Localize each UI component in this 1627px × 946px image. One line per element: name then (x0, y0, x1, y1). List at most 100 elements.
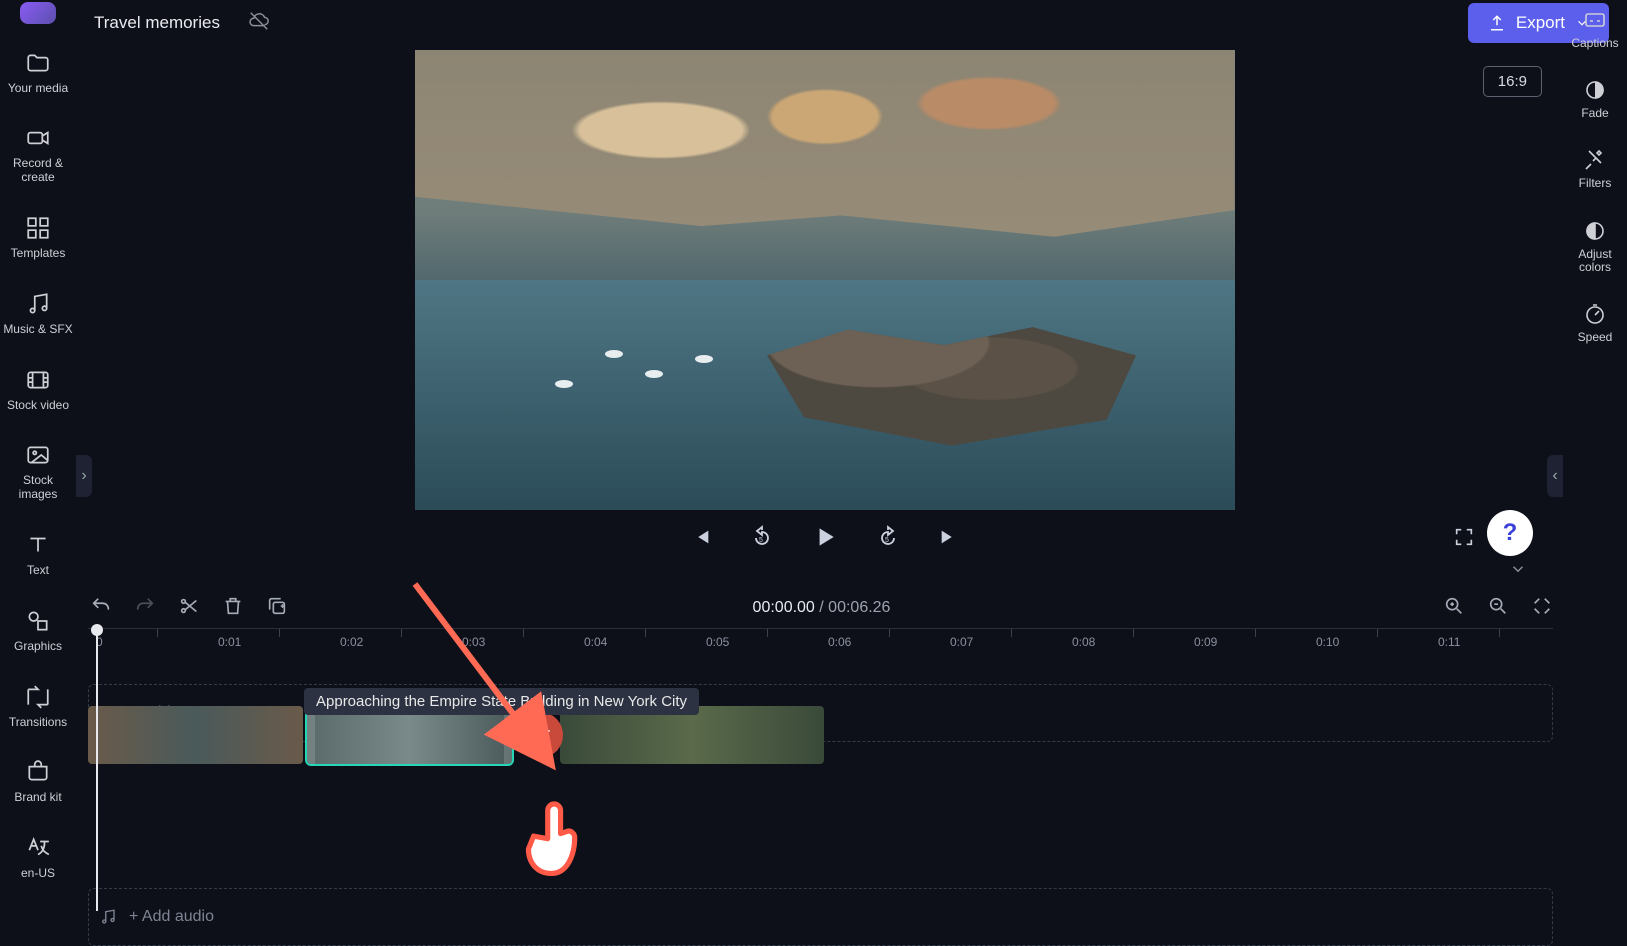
rewind-5-button[interactable]: 5 (750, 525, 774, 554)
ruler-tick: 0:06 (828, 635, 851, 649)
sidebar-item-label: Record & create (2, 157, 74, 185)
fullscreen-button[interactable] (1453, 526, 1475, 553)
ruler-tick: 0:01 (218, 635, 241, 649)
preview-area: 5 5 (96, 50, 1553, 570)
undo-button[interactable] (90, 595, 112, 622)
text-icon (25, 532, 51, 558)
graphics-icon (25, 608, 51, 634)
upload-icon (1488, 14, 1506, 32)
sidebar-item-label: Templates (11, 247, 66, 261)
sidebar-item-label: Transitions (9, 716, 67, 730)
sidebar-item-fade[interactable]: Fade (1581, 78, 1608, 120)
ruler-tick: 0:05 (706, 635, 729, 649)
sidebar-item-text[interactable]: Text (2, 532, 74, 578)
ruler-tick: 0:03 (462, 635, 485, 649)
time-display: 00:00.00 / 00:06.26 (753, 599, 891, 617)
sidebar-item-speed[interactable]: Speed (1578, 302, 1613, 344)
sidebar-item-language[interactable]: en-US (2, 835, 74, 881)
sidebar-item-brand-kit[interactable]: Brand kit (2, 759, 74, 805)
sidebar-item-label: Music & SFX (3, 323, 72, 337)
adjust-colors-icon (1583, 219, 1607, 243)
svg-text:5: 5 (759, 537, 763, 544)
sidebar-item-label: Filters (1579, 177, 1612, 190)
sidebar-item-captions[interactable]: Captions (1571, 8, 1618, 50)
ruler-tick: 0:07 (950, 635, 973, 649)
collapse-preview-button[interactable] (1509, 560, 1527, 583)
ruler-tick: 0:08 (1072, 635, 1095, 649)
templates-icon (25, 215, 51, 241)
video-preview[interactable] (415, 50, 1235, 510)
language-icon (25, 835, 51, 861)
cloud-sync-off-icon[interactable] (248, 10, 270, 37)
zoom-in-button[interactable] (1443, 595, 1465, 622)
sidebar-item-label: Stock images (2, 474, 74, 502)
help-button[interactable]: ? (1487, 510, 1533, 556)
sidebar-item-your-media[interactable]: Your media (2, 50, 74, 96)
sidebar-item-label: Your media (8, 82, 68, 96)
brandkit-icon (25, 759, 51, 785)
camera-icon (25, 125, 51, 151)
sidebar-item-stock-images[interactable]: Stock images (2, 442, 74, 502)
sidebar-item-adjust-colors[interactable]: Adjust colors (1563, 219, 1627, 274)
delete-button[interactable] (222, 595, 244, 622)
sidebar-item-label: Graphics (14, 640, 62, 654)
redo-button[interactable] (134, 595, 156, 622)
captions-icon (1583, 8, 1607, 32)
music-icon (25, 291, 51, 317)
sidebar-item-templates[interactable]: Templates (2, 215, 74, 261)
sidebar-item-label: en-US (21, 867, 55, 881)
folder-icon (25, 50, 51, 76)
skip-back-button[interactable] (690, 526, 712, 553)
sidebar-item-label: Adjust colors (1563, 248, 1627, 274)
ruler-tick: 0:09 (1194, 635, 1217, 649)
film-icon (25, 367, 51, 393)
sidebar-item-transitions[interactable]: Transitions (2, 684, 74, 730)
ruler-tick: 0:10 (1316, 635, 1339, 649)
timeline[interactable]: 00:010:020:030:040:050:060:070:080:090:1… (88, 628, 1553, 911)
sidebar-item-graphics[interactable]: Graphics (2, 608, 74, 654)
app-logo[interactable] (20, 2, 56, 24)
timeline-toolbar: 00:00.00 / 00:06.26 (90, 586, 1553, 630)
sidebar-item-label: Speed (1578, 331, 1613, 344)
sidebar-item-label: Stock video (7, 399, 69, 413)
sidebar-item-label: Brand kit (14, 791, 61, 805)
fade-icon (1583, 78, 1607, 102)
project-title[interactable]: Travel memories (94, 13, 220, 33)
ruler-tick: 0:11 (1438, 635, 1460, 649)
zoom-out-button[interactable] (1487, 595, 1509, 622)
time-ruler[interactable]: 00:010:020:030:040:050:060:070:080:090:1… (88, 628, 1553, 662)
help-icon: ? (1503, 519, 1518, 547)
skip-forward-button[interactable] (938, 526, 960, 553)
right-sidebar: Captions Fade Filters Adjust colors Spee… (1563, 0, 1627, 911)
left-sidebar: Your media Record & create Templates Mus… (0, 0, 76, 911)
sidebar-item-music-sfx[interactable]: Music & SFX (2, 291, 74, 337)
forward-5-button[interactable]: 5 (876, 525, 900, 554)
clip-tooltip: Approaching the Empire State Building in… (304, 688, 699, 715)
duplicate-button[interactable] (266, 595, 288, 622)
current-time: 00:00.00 (753, 599, 815, 616)
sidebar-item-label: Captions (1571, 37, 1618, 50)
total-time: 00:06.26 (828, 599, 890, 616)
split-button[interactable] (178, 595, 200, 622)
sidebar-item-filters[interactable]: Filters (1579, 148, 1612, 190)
transitions-icon (25, 684, 51, 710)
expand-left-panel-button[interactable]: › (76, 455, 92, 497)
filters-icon (1583, 148, 1607, 172)
sidebar-item-label: Text (27, 564, 49, 578)
ruler-tick: 0:04 (584, 635, 607, 649)
audio-track[interactable]: + Add audio (88, 888, 1553, 946)
top-bar: Travel memories Export (76, 0, 1627, 46)
playhead-mar[interactable] (96, 628, 98, 911)
image-icon (25, 442, 51, 468)
ruler-tick: 0:02 (340, 635, 363, 649)
playback-controls: 5 5 (415, 524, 1235, 555)
svg-text:5: 5 (885, 537, 889, 544)
sidebar-item-label: Fade (1581, 107, 1608, 120)
export-label: Export (1516, 13, 1565, 33)
zoom-fit-button[interactable] (1531, 595, 1553, 622)
sidebar-item-record-create[interactable]: Record & create (2, 125, 74, 185)
trash -icon (533, 725, 553, 745)
play-button[interactable] (812, 524, 838, 555)
sidebar-item-stock-video[interactable]: Stock video (2, 367, 74, 413)
video-clip[interactable] (88, 706, 303, 764)
